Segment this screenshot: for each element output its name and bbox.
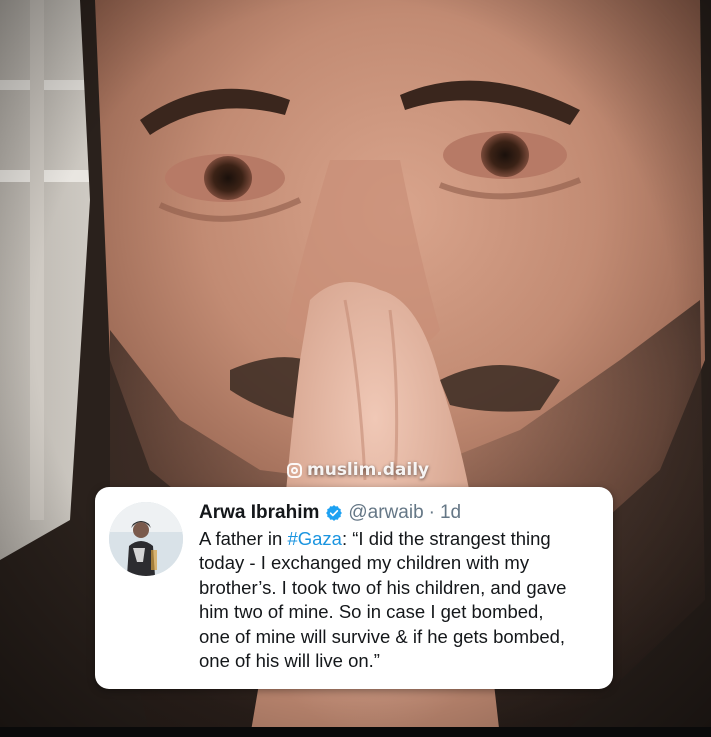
author-handle: @arwaib [348,502,424,523]
hashtag-gaza: #Gaza [287,528,342,549]
tweet-line-3: brother’s. I took two of his children, a… [199,576,567,598]
meta-separator: · [428,502,435,523]
tweet-line-5: one of mine will survive & if he gets bo… [199,625,566,647]
verified-badge-icon [326,505,343,521]
avatar [109,502,183,576]
bottom-border [0,727,711,737]
tweet-line-6: one of his will live on.” [199,650,380,672]
tweet-text: A father in #Gaza: “I did the strangest … [199,527,604,673]
tweet-line-2: today - I exchanged my children with my [199,552,530,574]
instagram-watermark: muslim.daily [287,458,429,482]
avatar-image [109,502,183,576]
tweet-header: Arwa Ibrahim @arwaib · 1d [199,499,601,527]
tweet-timestamp: 1d [439,502,462,523]
author-name: Arwa Ibrahim [199,502,320,523]
tweet-line-1-start: A father in [199,528,288,549]
tweet-screenshot-card: Arwa Ibrahim @arwaib · 1d A father in #G… [95,487,613,689]
watermark-text: muslim.daily [307,460,430,480]
tweet-line-4: him two of mine. So in case I get bombed… [199,601,544,623]
tweet-line-1: A father in #Gaza: “I did the strangest … [199,527,604,551]
instagram-icon [287,462,302,478]
tweet-line-1-end: : “I did the strangest thing [341,528,551,549]
